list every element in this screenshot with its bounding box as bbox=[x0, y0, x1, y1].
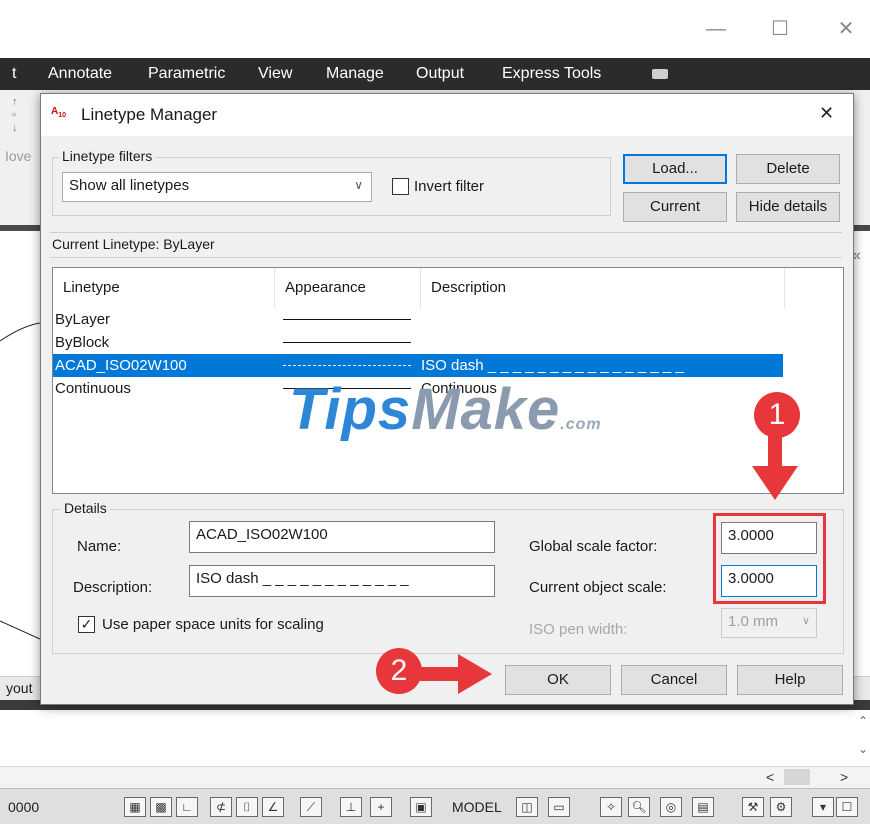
ribbon-tab-parametric[interactable]: Parametric bbox=[148, 58, 225, 90]
dash-line-sample bbox=[283, 365, 411, 366]
snap-grid-icon[interactable]: ▩ bbox=[150, 797, 172, 817]
scroll-up-icon[interactable]: ⌃ bbox=[858, 714, 868, 728]
arrow-right-icon bbox=[420, 654, 492, 694]
pen-width-value: 1.0 mm bbox=[728, 613, 779, 630]
linetype-manager-dialog: A10 Linetype Manager ✕ Linetype filters … bbox=[40, 93, 854, 705]
current-linetype-text: Current Linetype: ByLayer bbox=[52, 236, 215, 252]
dynamic-ucs-icon[interactable]: ⟋ bbox=[300, 797, 322, 817]
linetype-description: ISO dash _ _ _ _ _ _ _ _ _ _ _ _ _ _ _ _ bbox=[421, 357, 684, 374]
paper-space-units-label: Use paper space units for scaling bbox=[102, 616, 324, 633]
chevron-down-icon: ∨ bbox=[354, 178, 363, 192]
scroll-down-icon[interactable]: ⌄ bbox=[858, 742, 868, 756]
invert-filter-checkbox[interactable] bbox=[392, 178, 409, 195]
selection-cycling-icon[interactable]: ▣ bbox=[410, 797, 432, 817]
dialog-titlebar: A10 Linetype Manager ✕ bbox=[41, 94, 853, 136]
layout-tab-partial[interactable]: yout bbox=[6, 680, 32, 696]
linetype-filters-label: Linetype filters bbox=[59, 148, 156, 164]
customize-menu-icon[interactable]: ▾ bbox=[812, 797, 834, 817]
solid-line-sample bbox=[283, 319, 411, 320]
layout-grid-icon[interactable]: ▭ bbox=[548, 797, 570, 817]
app-titlebar bbox=[0, 0, 870, 58]
scroll-thumb[interactable] bbox=[784, 769, 810, 785]
dialog-title: Linetype Manager bbox=[81, 105, 218, 124]
ribbon-options-icon[interactable] bbox=[652, 69, 668, 79]
viewport-icon[interactable]: ◫ bbox=[516, 797, 538, 817]
polar-tracking-icon[interactable]: ⊄ bbox=[210, 797, 232, 817]
linetype-row-bylayer[interactable]: ByLayer bbox=[53, 308, 783, 331]
linetype-list[interactable]: Linetype Appearance Description ByLayer … bbox=[52, 267, 844, 494]
help-button[interactable]: Help bbox=[737, 665, 843, 695]
maximize-button[interactable]: ☐ bbox=[760, 14, 800, 44]
zoom-icon[interactable]: 🔍︎ bbox=[628, 797, 650, 817]
linetype-row-acad-iso02w100[interactable]: ACAD_ISO02W100 ISO dash _ _ _ _ _ _ _ _ … bbox=[53, 354, 783, 377]
scroll-right-icon[interactable]: > bbox=[840, 769, 848, 785]
ribbon-tab-annotate[interactable]: Annotate bbox=[48, 58, 112, 90]
step-1-badge: 1 bbox=[754, 392, 800, 438]
ribbon-tab-manage[interactable]: Manage bbox=[326, 58, 384, 90]
fullscreen-icon[interactable]: ☐ bbox=[836, 797, 858, 817]
ortho-icon[interactable]: ∟ bbox=[176, 797, 198, 817]
column-header-appearance[interactable]: Appearance bbox=[275, 268, 421, 308]
arrow-down-icon bbox=[752, 436, 798, 500]
ribbon-tab-partial[interactable]: t bbox=[12, 58, 16, 90]
linetype-filter-select[interactable]: Show all linetypes ∨ bbox=[62, 172, 372, 202]
isolate-icon[interactable]: ◎ bbox=[660, 797, 682, 817]
scale-fields-highlight bbox=[713, 513, 826, 604]
pen-width-label: ISO pen width: bbox=[529, 621, 628, 638]
annotation-scale-icon[interactable]: ✧ bbox=[600, 797, 622, 817]
linetype-filter-value: Show all linetypes bbox=[69, 177, 190, 194]
ribbon-tab-view[interactable]: View bbox=[258, 58, 292, 90]
ribbon-move-label: Iove bbox=[5, 148, 32, 164]
workspace-icon[interactable]: ⚒ bbox=[742, 797, 764, 817]
scroll-left-icon[interactable]: < bbox=[766, 769, 774, 785]
autocad-logo-icon: A10 bbox=[51, 106, 67, 119]
cancel-button[interactable]: Cancel bbox=[621, 665, 727, 695]
invert-filter-label: Invert filter bbox=[414, 178, 485, 195]
ok-button[interactable]: OK bbox=[505, 665, 611, 695]
current-button[interactable]: Current bbox=[623, 192, 727, 222]
ribbon-tab-express-tools[interactable]: Express Tools bbox=[502, 58, 601, 90]
close-window-button[interactable]: ✕ bbox=[826, 14, 866, 44]
object-snap-icon[interactable]: ⌷ bbox=[236, 797, 258, 817]
paper-space-units-checkbox[interactable]: ✓ bbox=[78, 616, 95, 633]
clean-screen-icon[interactable]: ⚙ bbox=[770, 797, 792, 817]
ribbon-tab-output[interactable]: Output bbox=[416, 58, 464, 90]
model-space-button[interactable]: MODEL bbox=[452, 795, 502, 819]
linetype-name: Continuous bbox=[55, 380, 131, 397]
linetype-name: ACAD_ISO02W100 bbox=[55, 357, 187, 374]
step-2-badge: 2 bbox=[376, 648, 422, 694]
ribbon-tab-bar: t Annotate Parametric View Manage Output… bbox=[0, 58, 870, 90]
grid-display-icon[interactable]: ▦ bbox=[124, 797, 146, 817]
solid-line-sample bbox=[283, 342, 411, 343]
linetype-name: ByLayer bbox=[55, 311, 111, 328]
dialog-close-icon[interactable]: ✕ bbox=[819, 103, 834, 124]
linetype-name: ByBlock bbox=[55, 334, 110, 351]
watermark-logo: TipsMake.com bbox=[289, 377, 602, 442]
command-area[interactable]: ⌃ ⌄ bbox=[0, 710, 870, 766]
global-scale-label: Global scale factor: bbox=[529, 538, 658, 555]
move-icon[interactable]: ↑ ▫ ↓ bbox=[12, 96, 26, 136]
column-header-description[interactable]: Description bbox=[421, 268, 785, 308]
minimize-button[interactable]: — bbox=[696, 14, 736, 44]
details-label: Details bbox=[61, 500, 110, 516]
chevron-down-icon: ∨ bbox=[801, 615, 810, 627]
crosshair-icon[interactable]: + bbox=[370, 797, 392, 817]
description-field[interactable]: ISO dash _ _ _ _ _ _ _ _ _ _ _ _ bbox=[189, 565, 495, 597]
pen-width-select: 1.0 mm ∨ bbox=[721, 608, 817, 638]
coordinates-readout: 0000 bbox=[8, 799, 40, 815]
load-button[interactable]: Load... bbox=[623, 154, 727, 184]
lineweight-icon[interactable]: ⊥ bbox=[340, 797, 362, 817]
linetype-row-byblock[interactable]: ByBlock bbox=[53, 331, 783, 354]
column-header-linetype[interactable]: Linetype bbox=[53, 268, 275, 308]
name-label: Name: bbox=[77, 538, 122, 555]
hide-details-button[interactable]: Hide details bbox=[736, 192, 840, 222]
object-scale-label: Current object scale: bbox=[529, 579, 667, 596]
delete-button[interactable]: Delete bbox=[736, 154, 840, 184]
description-label: Description: bbox=[73, 579, 153, 596]
current-linetype-bar: Current Linetype: ByLayer bbox=[50, 232, 842, 258]
angle-icon[interactable]: ∠ bbox=[262, 797, 284, 817]
hardware-acceleration-icon[interactable]: ▤ bbox=[692, 797, 714, 817]
horizontal-scrollbar[interactable]: < > bbox=[0, 766, 870, 789]
name-field[interactable]: ACAD_ISO02W100 bbox=[189, 521, 495, 553]
